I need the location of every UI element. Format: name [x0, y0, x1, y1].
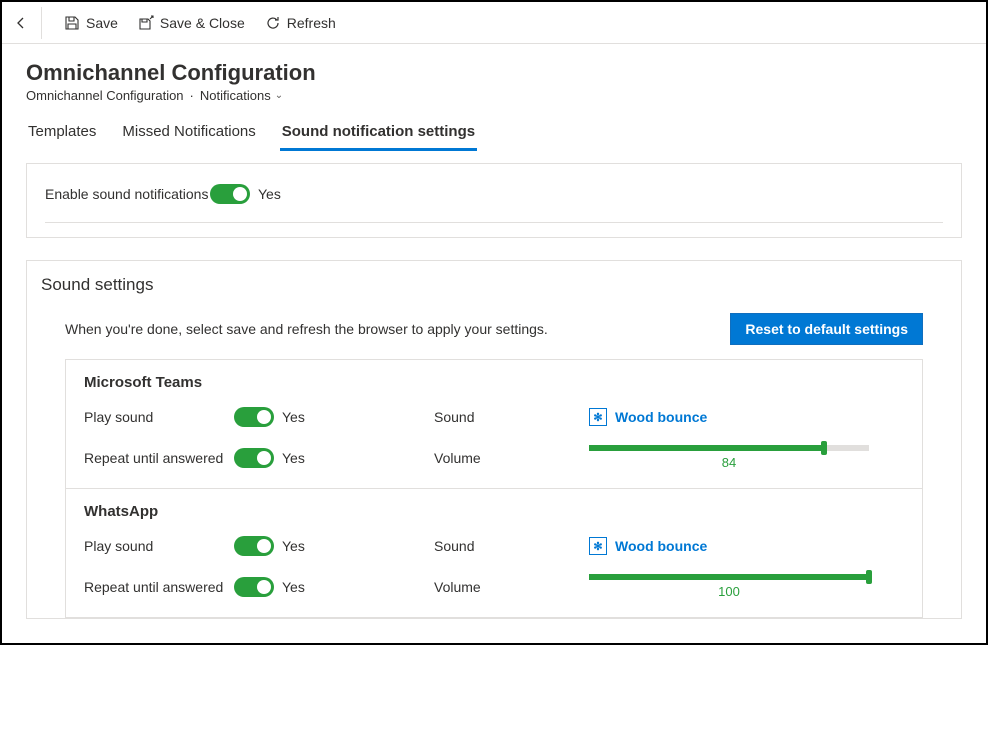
reset-defaults-button[interactable]: Reset to default settings	[730, 313, 923, 345]
volume-label: Volume	[434, 579, 589, 595]
save-icon	[64, 15, 80, 31]
play-sound-toggle[interactable]	[234, 407, 274, 427]
breadcrumb: Omnichannel Configuration · Notification…	[26, 88, 962, 103]
toolbar: Save Save & Close Refresh	[2, 2, 986, 44]
repeat-toggle[interactable]	[234, 577, 274, 597]
repeat-label: Repeat until answered	[84, 450, 234, 466]
sound-settings-panel: Sound settings When you're done, select …	[26, 260, 962, 619]
sound-label: Sound	[434, 538, 589, 554]
repeat-label: Repeat until answered	[84, 579, 234, 595]
breadcrumb-sub: Notifications	[200, 88, 271, 103]
back-button[interactable]	[10, 7, 42, 39]
sound-picker[interactable]: ✻ Wood bounce	[589, 537, 707, 555]
sound-file-icon: ✻	[589, 408, 607, 426]
sound-picker[interactable]: ✻ Wood bounce	[589, 408, 707, 426]
enable-sound-toggle[interactable]	[210, 184, 250, 204]
refresh-button[interactable]: Refresh	[255, 9, 346, 37]
volume-value: 84	[589, 455, 869, 470]
sound-settings-title: Sound settings	[41, 275, 947, 295]
volume-slider[interactable]	[589, 445, 869, 451]
repeat-toggle[interactable]	[234, 448, 274, 468]
breadcrumb-root: Omnichannel Configuration	[26, 88, 184, 103]
chevron-down-icon: ⌄	[275, 90, 283, 101]
play-sound-label: Play sound	[84, 538, 234, 554]
tab-templates[interactable]: Templates	[26, 117, 98, 151]
sound-file-icon: ✻	[589, 537, 607, 555]
channel-microsoft-teams: Microsoft Teams Play sound Yes Sound ✻ W…	[66, 360, 922, 489]
save-close-button[interactable]: Save & Close	[128, 9, 255, 37]
sound-label: Sound	[434, 409, 589, 425]
refresh-icon	[265, 15, 281, 31]
arrow-left-icon	[14, 15, 30, 31]
channel-name: Microsoft Teams	[84, 374, 904, 391]
tab-missed-notifications[interactable]: Missed Notifications	[120, 117, 257, 151]
tab-sound-notification-settings[interactable]: Sound notification settings	[280, 117, 477, 151]
play-sound-toggle[interactable]	[234, 536, 274, 556]
save-close-label: Save & Close	[160, 15, 245, 31]
sound-file-name: Wood bounce	[615, 409, 707, 425]
enable-panel: Enable sound notifications Yes	[26, 163, 962, 238]
enable-sound-value: Yes	[258, 186, 281, 202]
volume-value: 100	[589, 584, 869, 599]
sound-file-name: Wood bounce	[615, 538, 707, 554]
repeat-value: Yes	[282, 450, 305, 466]
sound-settings-hint: When you're done, select save and refres…	[65, 321, 548, 337]
volume-label: Volume	[434, 450, 589, 466]
channels-list: Microsoft Teams Play sound Yes Sound ✻ W…	[65, 359, 923, 618]
refresh-label: Refresh	[287, 15, 336, 31]
tabs: Templates Missed Notifications Sound not…	[26, 117, 962, 151]
play-sound-value: Yes	[282, 538, 305, 554]
save-button[interactable]: Save	[54, 9, 128, 37]
repeat-value: Yes	[282, 579, 305, 595]
volume-slider[interactable]	[589, 574, 869, 580]
breadcrumb-dropdown[interactable]: Notifications ⌄	[200, 88, 283, 103]
save-label: Save	[86, 15, 118, 31]
channel-name: WhatsApp	[84, 503, 904, 520]
play-sound-value: Yes	[282, 409, 305, 425]
save-close-icon	[138, 15, 154, 31]
play-sound-label: Play sound	[84, 409, 234, 425]
channel-whatsapp: WhatsApp Play sound Yes Sound ✻ Wood bou…	[66, 489, 922, 617]
page-title: Omnichannel Configuration	[26, 60, 962, 86]
enable-sound-label: Enable sound notifications	[45, 186, 210, 202]
